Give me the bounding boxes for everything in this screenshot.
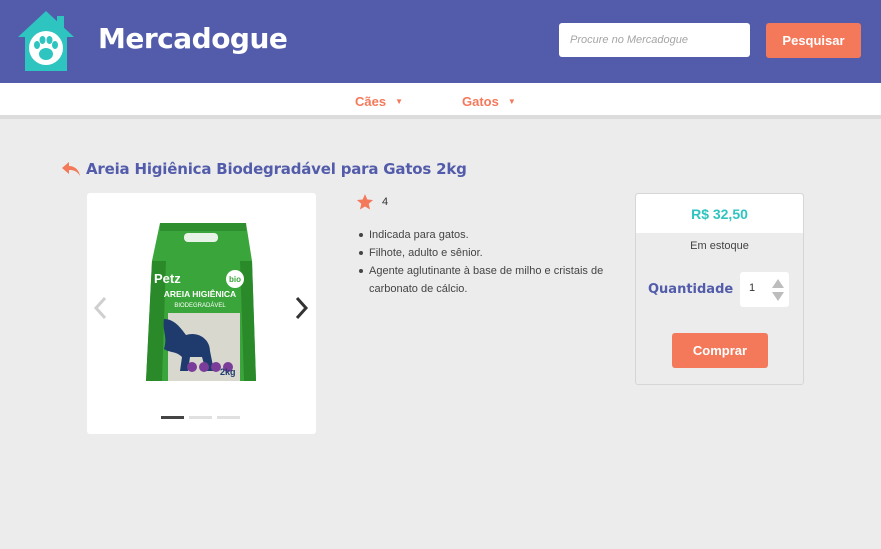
nav-item-gatos[interactable]: Gatos ▼ [462,94,516,109]
search-button[interactable]: Pesquisar [766,23,861,58]
price: R$ 32,50 [691,206,748,222]
quantity-label: Quantidade [648,282,734,297]
nav-item-label: Gatos [462,94,499,109]
brand-name[interactable]: Mercadogue [98,22,288,55]
stepper-down-icon[interactable] [772,292,784,301]
product-image: bio Petz AREIA HIGIÊNICA BIODEGRADÁVEL 2… [146,223,256,381]
feature-item: Indicada para gatos. [359,226,609,244]
search-input[interactable] [559,23,750,57]
star-icon [356,194,374,210]
chevron-right-icon[interactable] [292,293,310,323]
product-title: Areia Higiênica Biodegradável para Gatos… [86,160,467,178]
price-area: R$ 32,50 [636,194,803,233]
carousel-dot[interactable] [217,416,240,419]
back-arrow-icon[interactable] [61,161,81,177]
nav-item-label: Cães [355,94,387,109]
nav-item-caes[interactable]: Cães ▼ [355,94,403,109]
buy-button[interactable]: Comprar [672,333,768,368]
stock-status: Em estoque [690,240,749,252]
house-paw-icon[interactable] [17,10,75,72]
carousel-dot[interactable] [161,416,184,419]
carousel-dots [161,416,240,419]
stepper-up-icon[interactable] [772,279,784,288]
purchase-box: R$ 32,50 Em estoque Quantidade 1 Comprar [635,193,804,385]
caret-down-icon: ▼ [507,97,516,106]
svg-text:AREIA HIGIÊNICA: AREIA HIGIÊNICA [164,288,236,299]
caret-down-icon: ▼ [395,97,403,106]
svg-text:2kg: 2kg [220,367,236,377]
svg-text:bio: bio [229,275,241,284]
category-nav: Cães ▼ Gatos ▼ [0,83,881,119]
chevron-left-icon[interactable] [92,293,110,323]
image-carousel: bio Petz AREIA HIGIÊNICA BIODEGRADÁVEL 2… [87,193,316,434]
feature-item: Agente aglutinante à base de milho e cri… [359,262,609,298]
svg-text:Petz: Petz [154,271,181,286]
quantity-value[interactable]: 1 [749,282,755,294]
header: Mercadogue Pesquisar [0,0,881,83]
carousel-dot[interactable] [189,416,212,419]
rating-value: 4 [382,196,389,208]
quantity-stepper[interactable]: 1 [740,272,789,307]
rating: 4 [356,193,388,211]
feature-list: Indicada para gatos. Filhote, adulto e s… [359,226,609,298]
svg-text:BIODEGRADÁVEL: BIODEGRADÁVEL [174,302,226,309]
feature-item: Filhote, adulto e sênior. [359,244,609,262]
